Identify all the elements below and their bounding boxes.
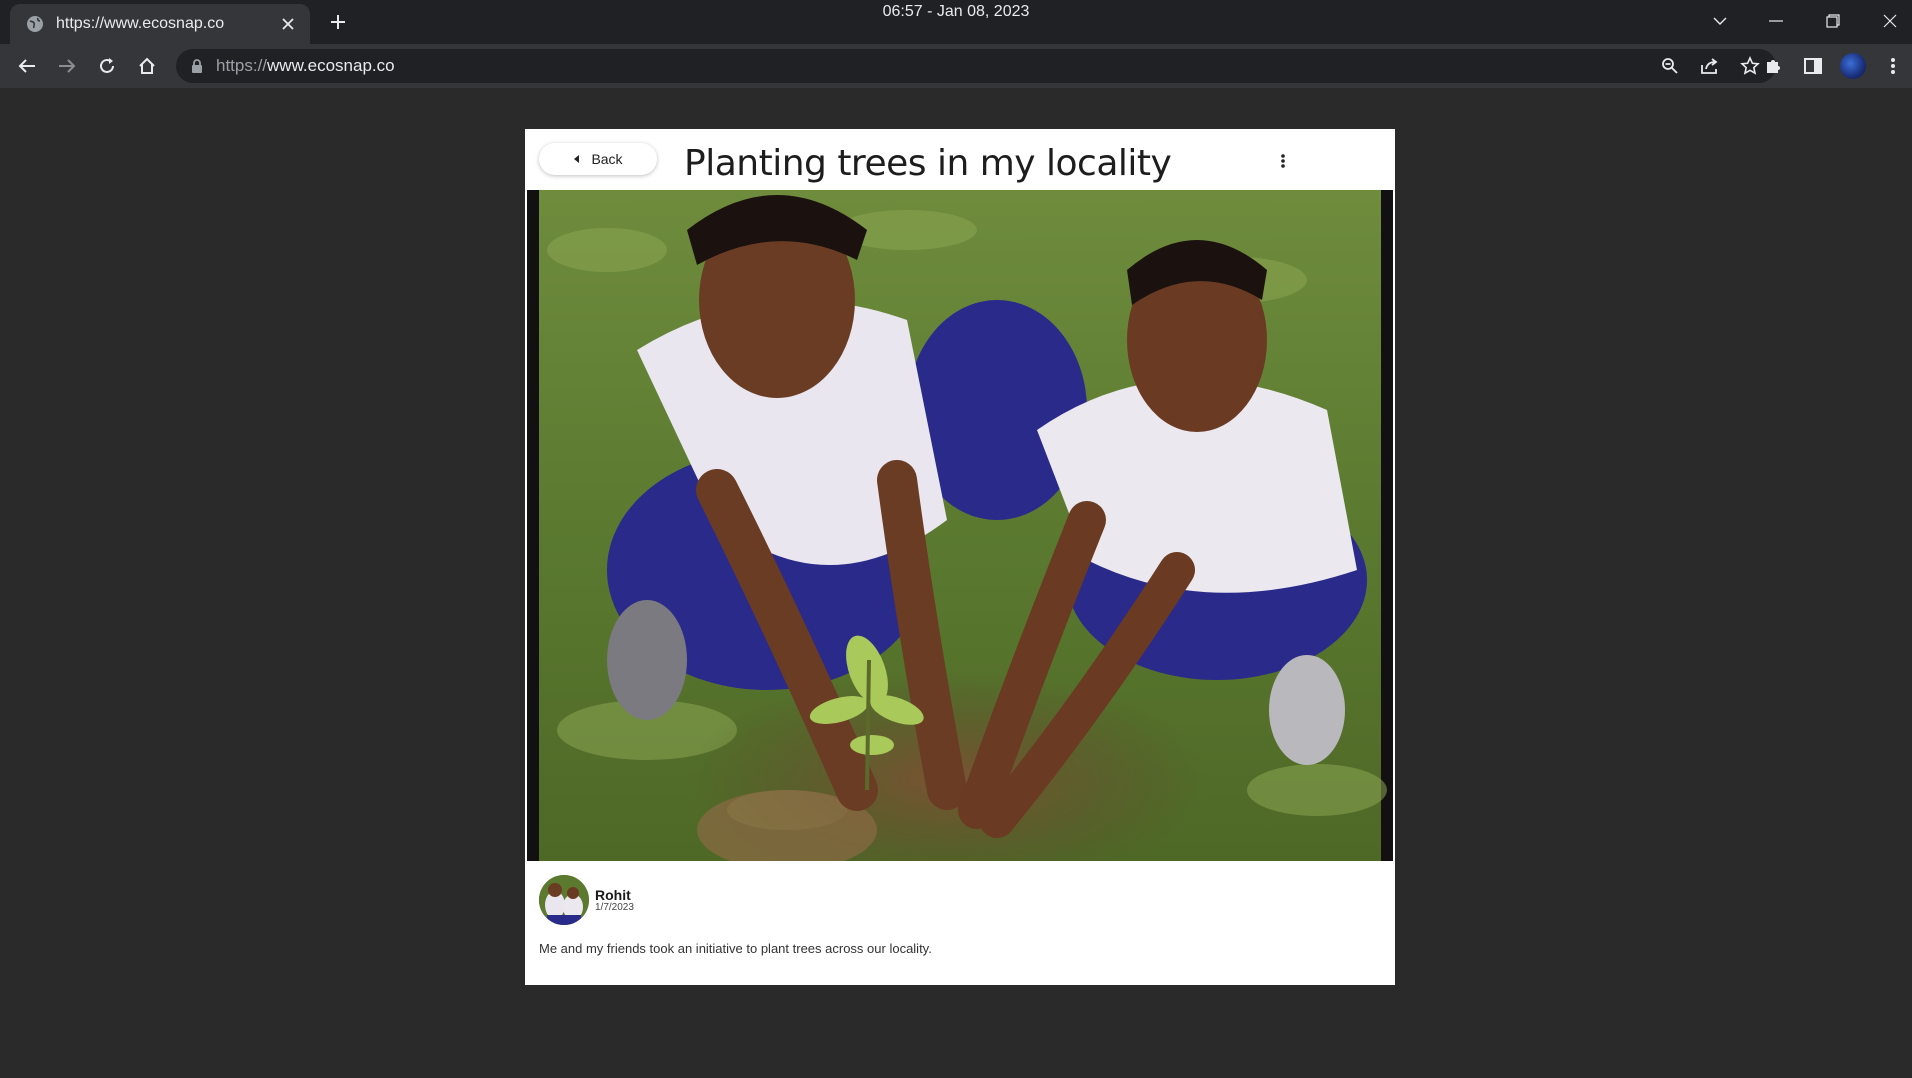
restore-icon[interactable] bbox=[1811, 6, 1855, 36]
close-icon[interactable] bbox=[278, 14, 298, 34]
post-author[interactable]: Rohit 1/7/2023 bbox=[539, 875, 634, 925]
url-text[interactable]: https://www.ecosnap.co bbox=[216, 56, 1656, 76]
plus-icon[interactable] bbox=[326, 10, 350, 34]
home-icon[interactable] bbox=[133, 52, 161, 80]
profile-avatar-image bbox=[1840, 53, 1866, 79]
browser-tab[interactable]: https://www.ecosnap.co bbox=[10, 4, 310, 44]
close-icon[interactable] bbox=[1868, 6, 1912, 36]
address-bar[interactable]: https://www.ecosnap.co bbox=[176, 49, 1776, 83]
post-caption: Me and my friends took an initiative to … bbox=[539, 941, 932, 956]
tab-title: https://www.ecosnap.co bbox=[56, 15, 225, 32]
profile-avatar[interactable] bbox=[1839, 52, 1867, 80]
reload-icon[interactable] bbox=[93, 52, 121, 80]
back-button-label: Back bbox=[591, 151, 623, 167]
side-panel-icon[interactable] bbox=[1799, 52, 1827, 80]
chevron-down-icon[interactable] bbox=[1698, 6, 1742, 36]
browser-titlebar: https://www.ecosnap.co 06:57 - Jan 08, 2… bbox=[0, 0, 1912, 44]
browser-toolbar: https://www.ecosnap.co bbox=[0, 44, 1912, 88]
globe-icon bbox=[26, 15, 44, 33]
zoom-icon[interactable] bbox=[1656, 52, 1684, 80]
back-button[interactable]: Back bbox=[539, 143, 657, 175]
arrow-right-icon[interactable] bbox=[53, 52, 81, 80]
author-name: Rohit bbox=[595, 886, 631, 903]
minimize-icon[interactable] bbox=[1754, 6, 1798, 36]
more-vertical-icon[interactable] bbox=[1271, 149, 1295, 173]
post-card: Back Planting trees in my locality Rohit… bbox=[525, 129, 1395, 985]
author-avatar[interactable] bbox=[539, 875, 589, 925]
share-icon[interactable] bbox=[1696, 52, 1724, 80]
lock-icon[interactable] bbox=[190, 58, 204, 74]
post-photo bbox=[527, 190, 1393, 861]
post-title: Planting trees in my locality bbox=[684, 143, 1172, 184]
puzzle-icon[interactable] bbox=[1759, 52, 1787, 80]
arrow-left-icon[interactable] bbox=[13, 52, 41, 80]
post-date: 1/7/2023 bbox=[595, 901, 634, 913]
kebab-menu-icon[interactable] bbox=[1879, 52, 1907, 80]
caret-left-icon bbox=[573, 151, 581, 167]
